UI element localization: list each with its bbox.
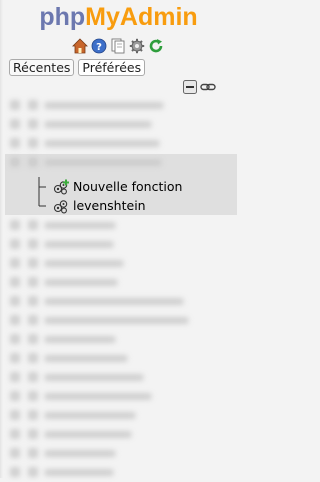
database-icon (28, 334, 38, 344)
database-icon (10, 353, 20, 363)
redacted-database-name (44, 298, 184, 305)
docs-icon[interactable] (110, 38, 126, 54)
database-icon (10, 391, 20, 401)
database-item-redacted[interactable] (0, 134, 237, 153)
tree-item-levenshtein[interactable]: levenshtein (5, 196, 237, 215)
database-icon (28, 119, 38, 129)
database-icon (10, 138, 20, 148)
database-icon (10, 220, 20, 230)
redacted-database-name (44, 140, 160, 147)
database-icon (28, 220, 38, 230)
database-item-redacted[interactable] (0, 96, 237, 115)
database-icon (28, 296, 38, 306)
database-item-redacted[interactable] (0, 368, 237, 387)
tab-favorites[interactable]: Préférées (78, 59, 146, 76)
database-icon (28, 315, 38, 325)
database-item-redacted[interactable] (0, 349, 237, 368)
database-icon (10, 239, 20, 249)
tree-item-label: Nouvelle fonction (73, 179, 183, 194)
navigation-toolbar: ? (72, 37, 164, 55)
redacted-database-name (44, 241, 114, 248)
database-icon (10, 410, 20, 420)
database-icon (10, 467, 20, 477)
database-icon (10, 258, 20, 268)
database-icon (28, 258, 38, 268)
database-item-redacted[interactable] (0, 330, 237, 349)
database-icon (10, 372, 20, 382)
new-function-icon (53, 179, 69, 195)
redacted-database-name (44, 260, 124, 267)
database-item-redacted[interactable] (0, 406, 237, 425)
database-item-redacted[interactable] (0, 235, 237, 254)
tree-connector (38, 196, 46, 207)
help-icon[interactable]: ? (91, 38, 107, 54)
svg-text:?: ? (96, 42, 102, 53)
database-icon (10, 119, 20, 129)
redacted-database-name (44, 374, 144, 381)
collapse-all-icon[interactable] (183, 80, 197, 94)
redacted-database-name (44, 393, 152, 400)
redacted-database-name (44, 121, 152, 128)
database-icon (28, 353, 38, 363)
logo-php-text: php (39, 3, 86, 31)
database-icon (28, 138, 38, 148)
database-item-redacted[interactable] (0, 115, 237, 134)
recent-favorites-tabs: Récentes Préférées (9, 59, 146, 76)
settings-icon[interactable] (129, 38, 145, 54)
tree-item-new-function[interactable]: Nouvelle fonction (5, 177, 237, 196)
database-icon (28, 467, 38, 477)
link-icon[interactable] (200, 80, 216, 94)
database-item-redacted[interactable] (0, 463, 237, 482)
redacted-database-name (44, 355, 128, 362)
phpmyadmin-logo[interactable]: phpMyAdmin (0, 2, 237, 32)
redacted-database-name (44, 469, 114, 476)
database-item-redacted[interactable] (0, 153, 237, 172)
redacted-database-name (44, 431, 132, 438)
database-icon (28, 100, 38, 110)
tab-recent[interactable]: Récentes (9, 59, 75, 76)
tree-item-label: levenshtein (73, 198, 146, 213)
database-icon (28, 410, 38, 420)
redacted-database-name (44, 412, 136, 419)
database-icon (28, 372, 38, 382)
database-icon (10, 277, 20, 287)
database-icon (28, 277, 38, 287)
database-icon (28, 239, 38, 249)
function-icon (53, 200, 68, 214)
database-icon (10, 334, 20, 344)
redacted-database-name (44, 450, 116, 457)
database-item-redacted[interactable] (0, 273, 237, 292)
database-item-redacted[interactable] (0, 387, 237, 406)
redacted-database-name (44, 159, 162, 166)
database-icon (28, 157, 38, 167)
database-item-redacted[interactable] (0, 292, 237, 311)
logo-myadmin-text: MyAdmin (85, 3, 198, 31)
database-icon (10, 296, 20, 306)
database-icon (28, 429, 38, 439)
database-icon (10, 100, 20, 110)
reload-icon[interactable] (148, 38, 164, 54)
redacted-database-name (44, 222, 116, 229)
redacted-database-name (44, 336, 116, 343)
database-icon (10, 429, 20, 439)
database-icon (10, 315, 20, 325)
tree-connector (38, 177, 46, 196)
database-item-redacted[interactable] (0, 216, 237, 235)
database-item-redacted[interactable] (0, 444, 237, 463)
redacted-database-name (44, 102, 164, 109)
redacted-database-name (44, 317, 189, 324)
database-icon (10, 157, 20, 167)
database-item-redacted[interactable] (0, 311, 237, 330)
database-item-redacted[interactable] (0, 254, 237, 273)
home-icon[interactable] (72, 38, 88, 54)
redacted-database-name (44, 279, 118, 286)
database-item-redacted[interactable] (0, 425, 237, 444)
database-icon (28, 448, 38, 458)
database-icon (10, 448, 20, 458)
database-icon (28, 391, 38, 401)
